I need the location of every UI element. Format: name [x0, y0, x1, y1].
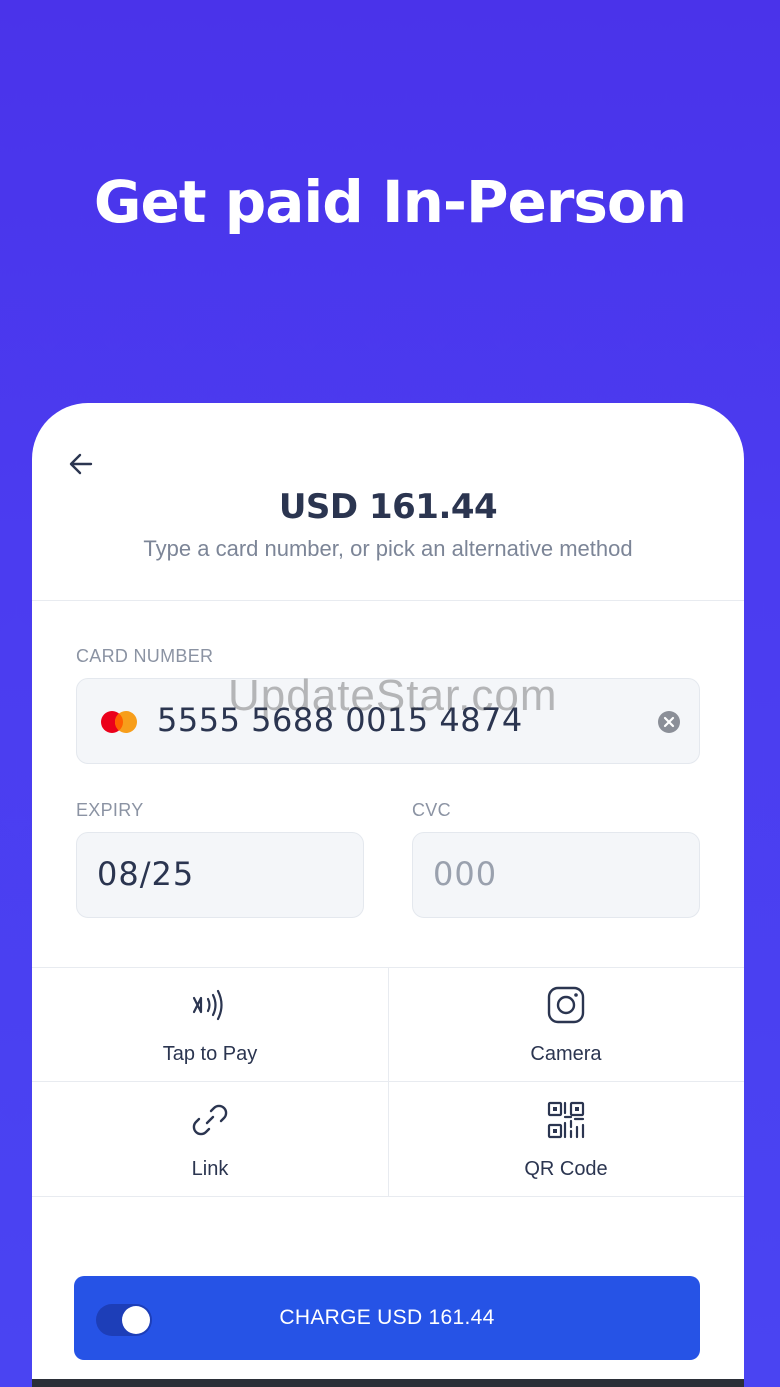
back-button[interactable] [66, 449, 96, 479]
expiry-value: 08/25 [97, 855, 195, 893]
cvc-field[interactable]: 000 [412, 832, 700, 918]
link-icon [192, 1104, 228, 1136]
hero-title: Get paid In-Person [93, 168, 687, 236]
tap-to-pay-label: Tap to Pay [162, 1043, 258, 1065]
link-option[interactable]: Link [32, 1082, 388, 1197]
nfc-icon [192, 989, 223, 1021]
charge-amount: USD 161.44 [278, 487, 498, 527]
arrow-left-icon [69, 453, 93, 475]
camera-label: Camera [530, 1043, 602, 1065]
expiry-label: EXPIRY [76, 800, 144, 820]
qr-code-label: QR Code [524, 1158, 608, 1180]
clear-icon[interactable] [657, 710, 681, 734]
qr-code-icon [547, 1101, 585, 1139]
camera-option[interactable]: Camera [388, 967, 744, 1082]
cvc-label: CVC [412, 800, 451, 820]
mastercard-icon [101, 711, 137, 733]
qr-code-option[interactable]: QR Code [388, 1082, 744, 1197]
tap-to-pay-option[interactable]: Tap to Pay [32, 967, 388, 1082]
bottom-edge [32, 1379, 744, 1387]
camera-icon [547, 986, 585, 1024]
payment-card: USD 161.44 Type a card number, or pick a… [32, 403, 744, 1387]
instruction-text: Type a card number, or pick an alternati… [143, 536, 633, 561]
card-number-field[interactable]: 5555 5688 0015 4874 [76, 678, 700, 764]
charge-button-label: CHARGE USD 161.44 [279, 1306, 495, 1329]
link-label: Link [191, 1158, 229, 1180]
card-number-value: 5555 5688 0015 4874 [157, 701, 523, 739]
card-number-label: CARD NUMBER [76, 646, 214, 666]
cvc-placeholder: 000 [433, 855, 498, 893]
charge-button[interactable]: CHARGE USD 161.44 [74, 1276, 700, 1360]
payment-methods-grid: Tap to Pay Camera Link QR Code [32, 967, 744, 1197]
divider [32, 600, 744, 601]
expiry-field[interactable]: 08/25 [76, 832, 364, 918]
